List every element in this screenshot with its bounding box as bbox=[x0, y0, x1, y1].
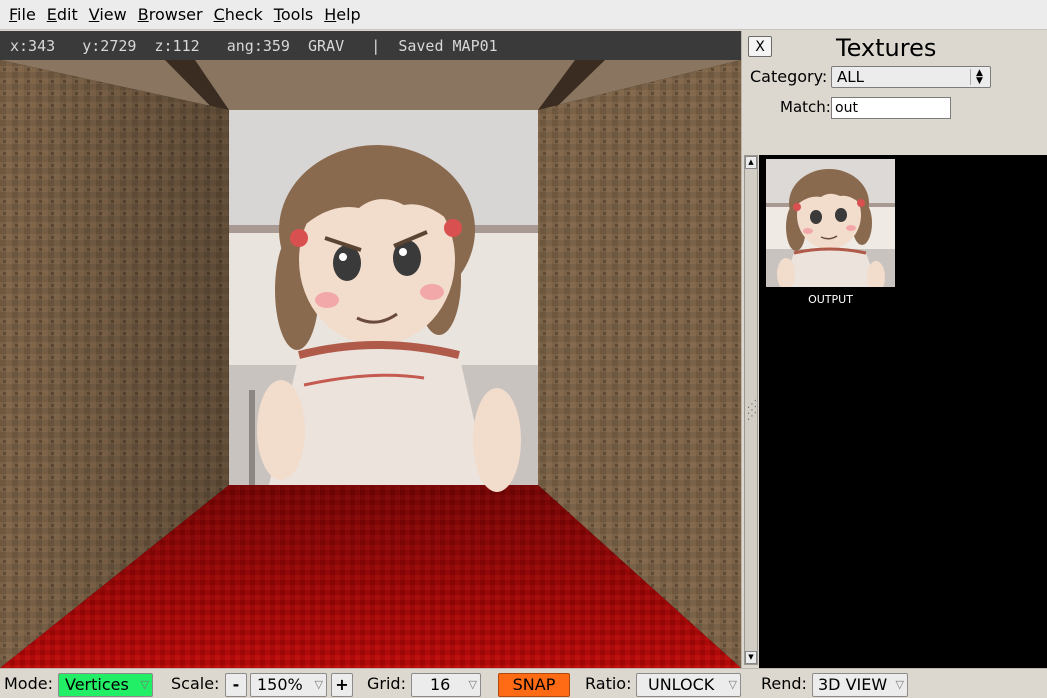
chevron-down-icon: ▽ bbox=[728, 678, 737, 691]
status-text: x:343 y:2729 z:112 ang:359 GRAV | Saved … bbox=[10, 36, 498, 55]
scale-plus-button[interactable]: + bbox=[331, 673, 353, 697]
texture-list: OUTPUT bbox=[759, 155, 1047, 668]
menu-bar: File Edit View Browser Check Tools Help bbox=[0, 0, 1047, 30]
texture-thumbnail[interactable] bbox=[766, 159, 895, 287]
arrow-down-icon[interactable]: ▼ bbox=[745, 651, 757, 664]
mode-value: Vertices bbox=[65, 675, 129, 694]
snap-toggle-button[interactable]: SNAP bbox=[498, 673, 570, 697]
scale-value: 150% bbox=[257, 675, 303, 694]
texture-browser-panel: X Textures Category: ALL ▲▼ Match: ▲ ⋰⋰⋰… bbox=[741, 31, 1047, 668]
chevron-updown-icon: ▲ ▼ bbox=[970, 69, 988, 86]
chevron-down-icon: ▽ bbox=[468, 678, 477, 691]
minus-icon: - bbox=[232, 675, 240, 694]
far-wall-texture bbox=[229, 110, 538, 492]
menu-file[interactable]: File bbox=[4, 5, 41, 24]
rend-label: Rend: bbox=[761, 674, 807, 693]
close-icon: X bbox=[755, 38, 765, 55]
bottom-toolbar: Mode: Vertices ▽ Scale: - 150% ▽ + Grid:… bbox=[0, 668, 1047, 698]
3d-scene bbox=[0, 60, 741, 668]
ratio-value: UNLOCK bbox=[648, 675, 715, 694]
match-input[interactable] bbox=[831, 97, 951, 119]
panel-title: Textures bbox=[836, 34, 937, 62]
ratio-label: Ratio: bbox=[585, 674, 632, 693]
status-bar: x:343 y:2729 z:112 ang:359 GRAV | Saved … bbox=[0, 31, 741, 60]
scrollbar-grip-icon[interactable]: ⋰ ⋰ ⋰ bbox=[747, 400, 757, 422]
menu-edit[interactable]: Edit bbox=[42, 5, 83, 24]
menu-view[interactable]: View bbox=[84, 5, 132, 24]
mode-select[interactable]: Vertices ▽ bbox=[58, 673, 153, 697]
ratio-select[interactable]: UNLOCK ▽ bbox=[636, 673, 741, 697]
chevron-down-icon: ▽ bbox=[314, 678, 323, 691]
snap-label: SNAP bbox=[512, 675, 556, 694]
match-label: Match: bbox=[780, 98, 831, 116]
3d-viewport[interactable] bbox=[0, 60, 741, 668]
menu-check[interactable]: Check bbox=[209, 5, 268, 24]
menu-browser[interactable]: Browser bbox=[133, 5, 208, 24]
plus-icon: + bbox=[335, 675, 349, 694]
arrow-up-icon[interactable]: ▲ bbox=[745, 156, 757, 169]
menu-help[interactable]: Help bbox=[319, 5, 365, 24]
texture-name: OUTPUT bbox=[808, 293, 853, 306]
chevron-down-icon: ▽ bbox=[895, 678, 904, 691]
rend-value: 3D VIEW bbox=[818, 675, 888, 694]
close-button[interactable]: X bbox=[748, 36, 772, 57]
rend-select[interactable]: 3D VIEW ▽ bbox=[812, 673, 908, 697]
category-value: ALL bbox=[837, 68, 864, 86]
chevron-down-icon: ▽ bbox=[140, 678, 149, 691]
scale-label: Scale: bbox=[171, 674, 220, 693]
category-select[interactable]: ALL ▲ ▼ bbox=[831, 66, 991, 88]
grid-label: Grid: bbox=[367, 674, 406, 693]
scale-select[interactable]: 150% ▽ bbox=[250, 673, 327, 697]
grid-select[interactable]: 16 ▽ bbox=[411, 673, 481, 697]
texture-thumbnail-image bbox=[766, 159, 895, 287]
texture-list-scrollbar[interactable]: ▲ ⋰ ⋰ ⋰ ▼ bbox=[744, 155, 758, 665]
scale-minus-button[interactable]: - bbox=[225, 673, 247, 697]
category-label: Category: bbox=[750, 67, 828, 86]
grid-value: 16 bbox=[430, 675, 451, 694]
mode-label: Mode: bbox=[4, 674, 53, 693]
menu-tools[interactable]: Tools bbox=[269, 5, 318, 24]
